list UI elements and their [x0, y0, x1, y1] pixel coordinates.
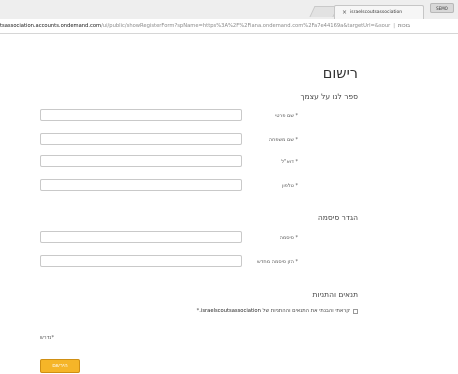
register-button[interactable]: הירשם: [40, 359, 80, 373]
confirm-password-input[interactable]: [40, 255, 242, 267]
url-separator: |: [393, 23, 395, 29]
address-bar[interactable]: tsassociation.accounts.ondemand.com/ui/p…: [0, 19, 458, 34]
last-name-label: * שם משפחה: [268, 137, 298, 143]
password-label: * סיסמה: [279, 235, 298, 241]
terms-required-mark: *: [196, 308, 200, 314]
confirm-password-label: * הזן סיסמה מחדש: [257, 259, 298, 265]
email-input[interactable]: [40, 155, 242, 167]
password-section-title: הגדר סיסמה: [317, 213, 358, 222]
first-name-label: * שם פרטי: [275, 113, 298, 119]
tab-title: israelscoutsassociation: [350, 10, 403, 15]
required-note: *נדרש: [40, 335, 55, 341]
close-tab-icon[interactable]: ×: [342, 9, 347, 16]
terms-row: קראתי והבנתי את התנאים וההתניות של israe…: [197, 308, 358, 314]
terms-checkbox[interactable]: [353, 308, 358, 314]
last-name-input[interactable]: [40, 133, 242, 145]
about-section-title: ספר לנו על עצמך: [300, 92, 358, 101]
browser-tab-strip: × israelscoutsassociation SEMO: [0, 0, 458, 19]
url-path: /ui/public/showRegisterForm?spName=https…: [101, 23, 391, 29]
profile-badge[interactable]: SEMO: [430, 3, 454, 13]
email-label: * דוא"ל: [281, 159, 298, 165]
password-input[interactable]: [40, 231, 242, 243]
first-name-input[interactable]: [40, 109, 242, 121]
terms-section-title: תנאים והתניות: [312, 290, 358, 299]
phone-input[interactable]: [40, 179, 242, 191]
terms-link[interactable]: israelscoutsassociation.: [199, 308, 261, 314]
url-trailing-text: בוכות: [398, 23, 410, 29]
url-host: tsassociation.accounts.ondemand.com: [0, 23, 102, 29]
terms-text: קראתי והבנתי את התנאים וההתניות של: [262, 308, 350, 314]
page-title: רישום: [322, 66, 358, 82]
browser-tab[interactable]: × israelscoutsassociation: [334, 5, 424, 19]
page: × israelscoutsassociation SEMO tsassocia…: [0, 0, 458, 374]
phone-label: * טלפון: [281, 183, 298, 189]
registration-form: רישום ספר לנו על עצמך * שם פרטי * שם משפ…: [0, 34, 458, 374]
